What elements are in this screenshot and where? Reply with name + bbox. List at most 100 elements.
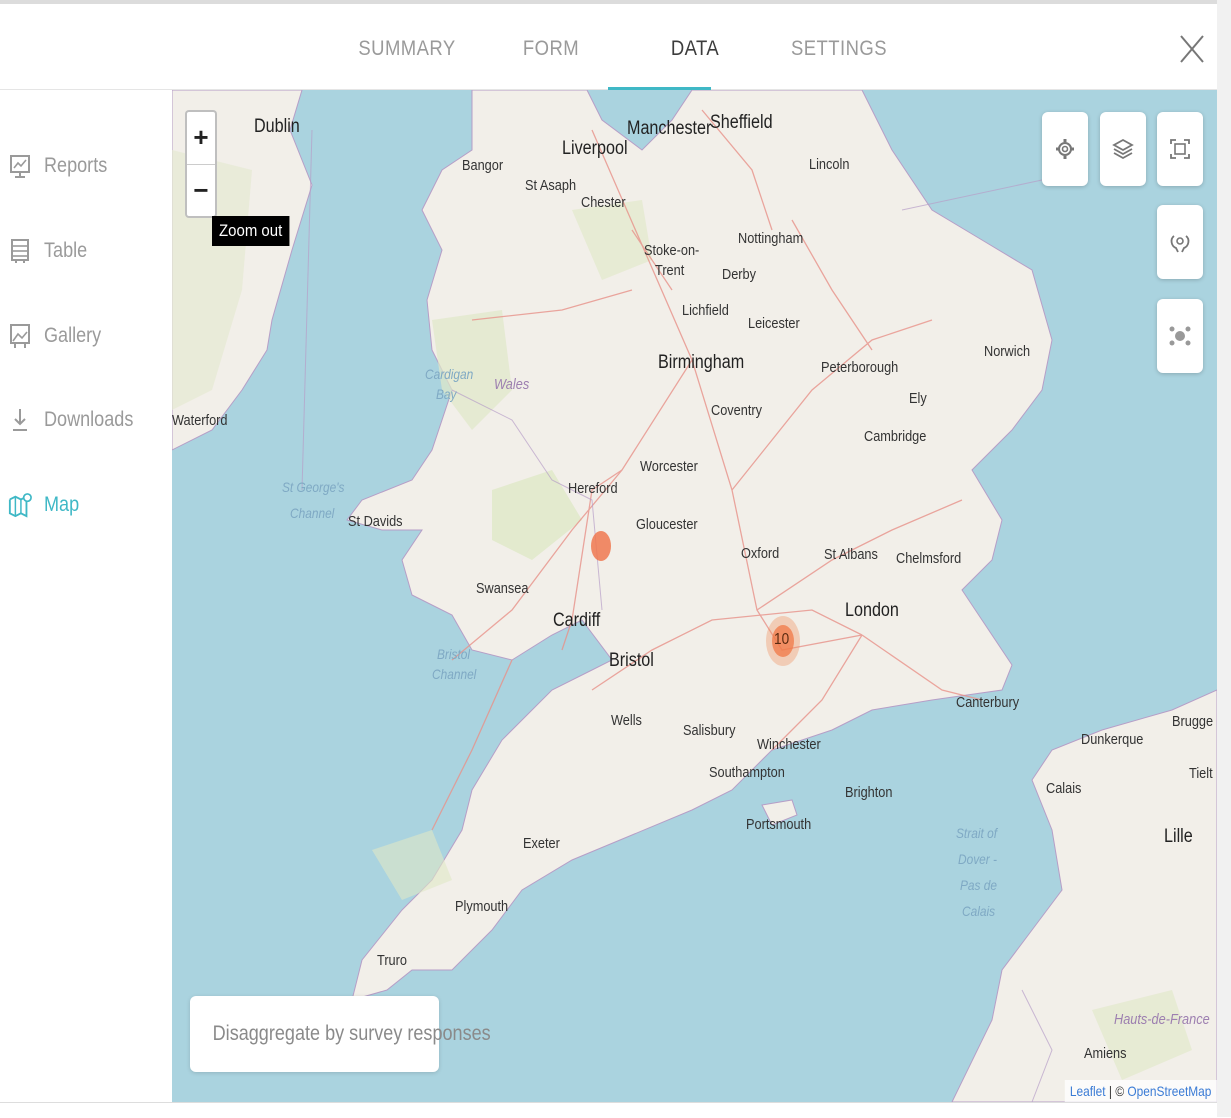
place-label: Norwich: [984, 343, 1031, 360]
place-label: Sheffield: [710, 112, 773, 133]
sidebar-item-table[interactable]: Table: [8, 233, 94, 269]
place-label: Canterbury: [956, 694, 1020, 711]
place-label: Waterford: [172, 412, 228, 429]
attribution-separator: | ©: [1106, 1083, 1128, 1099]
place-label: Lincoln: [809, 156, 850, 173]
sidebar-item-label: Gallery: [44, 324, 102, 347]
place-label: Brugge: [1172, 713, 1214, 730]
map-point-marker[interactable]: [591, 531, 611, 561]
place-label: Brighton: [845, 784, 893, 801]
place-label: Liverpool: [562, 138, 628, 159]
sea-label: Bay: [436, 386, 457, 402]
place-label: Southampton: [709, 764, 785, 781]
gear-icon: [1056, 139, 1074, 159]
tab-data[interactable]: DATA: [632, 4, 759, 90]
region-label: Hauts-de-France: [1114, 1011, 1210, 1028]
place-label: Gloucester: [636, 516, 698, 533]
place-label: Truro: [377, 952, 407, 969]
place-label: Dunkerque: [1081, 731, 1144, 748]
page-scrollbar[interactable]: [1217, 0, 1231, 1117]
tab-summary[interactable]: SUMMARY: [344, 4, 471, 90]
place-label: Bangor: [462, 157, 504, 174]
map-settings-button[interactable]: [1042, 112, 1088, 186]
place-label: St Davids: [348, 513, 403, 530]
cluster-count: 10: [774, 631, 790, 648]
heatmap-icon: [1170, 235, 1190, 253]
place-label: Amiens: [1084, 1045, 1127, 1062]
sea-label: Dover -: [958, 851, 998, 867]
leaflet-link[interactable]: Leaflet: [1070, 1083, 1106, 1099]
place-label: Worcester: [640, 458, 698, 475]
disaggregate-label: Disaggregate by survey responses: [212, 1022, 491, 1045]
tab-settings[interactable]: SETTINGS: [776, 4, 903, 90]
place-label: Calais: [1046, 780, 1082, 797]
sidebar-item-label: Map: [44, 493, 80, 516]
place-label: Trent: [655, 262, 685, 279]
zoom-in-button[interactable]: +: [187, 112, 215, 165]
place-label: Chelmsford: [896, 550, 962, 567]
place-label: Tielt: [1189, 765, 1213, 782]
place-label: Lichfield: [682, 302, 729, 319]
sidebar-item-label: Reports: [44, 154, 108, 177]
tab-list: SUMMARY FORM DATA SETTINGS: [335, 4, 911, 90]
place-label: Portsmouth: [746, 816, 812, 833]
sea-label: Calais: [962, 903, 996, 919]
place-label: St Asaph: [525, 177, 577, 194]
place-label: Salisbury: [683, 722, 736, 739]
place-label: Derby: [722, 266, 757, 283]
place-label: Hereford: [568, 480, 618, 497]
sidebar-item-downloads[interactable]: Downloads: [8, 402, 148, 438]
place-label: Cardiff: [553, 610, 601, 631]
sidebar-item-label: Downloads: [44, 408, 134, 431]
sidebar-item-map[interactable]: Map: [8, 487, 85, 523]
openstreetmap-link[interactable]: OpenStreetMap: [1128, 1083, 1212, 1099]
heatmap-button[interactable]: [1157, 205, 1203, 279]
cluster-toggle-button[interactable]: [1157, 299, 1203, 373]
place-label: Winchester: [757, 736, 821, 753]
place-label: Swansea: [476, 580, 529, 597]
layers-icon: [1112, 138, 1134, 160]
place-label: Plymouth: [455, 898, 509, 915]
disaggregate-button[interactable]: Disaggregate by survey responses: [190, 996, 491, 1072]
place-label: Birmingham: [658, 352, 745, 373]
tab-form[interactable]: FORM: [488, 4, 615, 90]
sea-label: Strait of: [956, 825, 998, 841]
place-label: Nottingham: [738, 230, 804, 247]
sea-label: Pas de: [960, 877, 998, 893]
place-label: Manchester: [627, 118, 712, 139]
place-label: Chester: [581, 194, 626, 211]
close-icon[interactable]: [1178, 32, 1206, 66]
map-view[interactable]: Dublin Liverpool Manchester Sheffield Ba…: [172, 90, 1217, 1102]
place-label: Bristol: [609, 650, 654, 671]
place-label: Dublin: [254, 116, 300, 137]
top-navigation-bar: SUMMARY FORM DATA SETTINGS: [0, 0, 1217, 90]
region-label: Wales: [494, 376, 530, 393]
reports-icon: [8, 152, 32, 180]
sidebar-item-gallery[interactable]: Gallery: [8, 318, 111, 354]
place-label: Lille: [1164, 826, 1193, 847]
gallery-icon: [8, 322, 32, 350]
fullscreen-icon: [1170, 139, 1190, 159]
fullscreen-button[interactable]: [1157, 112, 1203, 186]
zoom-control: + −: [185, 110, 217, 218]
sea-label: Channel: [290, 505, 335, 521]
map-icon: [8, 491, 32, 519]
place-label: St Albans: [824, 546, 878, 563]
sidebar: Reports Table Gallery Downloads Map: [0, 90, 172, 1102]
sea-label: Cardigan: [425, 366, 474, 382]
place-label: Peterborough: [821, 359, 899, 376]
place-label: Oxford: [741, 545, 780, 562]
zoom-out-tooltip: Zoom out: [212, 216, 290, 246]
map-layers-button[interactable]: [1100, 112, 1146, 186]
download-icon: [8, 406, 32, 434]
place-label: Wells: [611, 712, 642, 729]
sea-label: St George's: [282, 479, 345, 495]
zoom-out-button[interactable]: −: [187, 165, 215, 217]
sea-label: Channel: [432, 666, 477, 682]
sea-label: Bristol: [437, 646, 471, 662]
place-label: London: [845, 600, 899, 621]
place-label: Exeter: [523, 835, 560, 852]
place-label: Coventry: [711, 402, 763, 419]
cluster-icon: [1169, 326, 1191, 346]
sidebar-item-reports[interactable]: Reports: [8, 148, 118, 184]
